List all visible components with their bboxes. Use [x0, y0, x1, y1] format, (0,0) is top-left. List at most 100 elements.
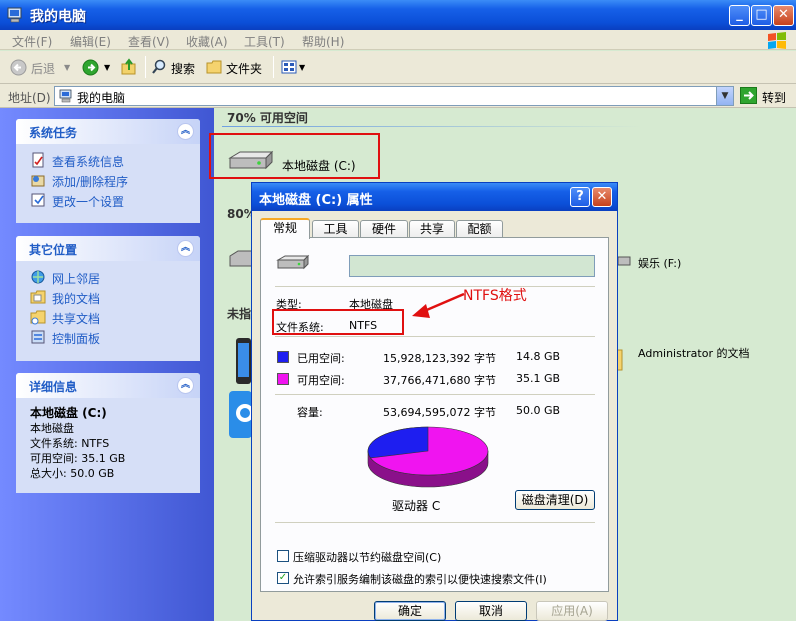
help-button[interactable]: ? — [570, 187, 590, 207]
back-icon[interactable] — [10, 59, 27, 76]
highlight-box-filesystem — [272, 309, 404, 335]
free-space-gb: 35.1 GB — [516, 372, 561, 385]
menu-tools[interactable]: 工具(T) — [244, 33, 285, 50]
details-free-space: 可用空间: 35.1 GB — [30, 452, 126, 465]
search-icon[interactable] — [151, 59, 167, 75]
back-button[interactable]: 后退 — [31, 60, 55, 77]
menu-edit[interactable]: 编辑(E) — [70, 33, 111, 50]
tab-quota[interactable]: 配额 — [456, 220, 503, 238]
dialog-close-button[interactable]: ✕ — [592, 187, 612, 207]
menu-favorites[interactable]: 收藏(A) — [186, 33, 228, 50]
task-change-setting[interactable]: 更改一个设置 — [26, 190, 200, 210]
details-title: 详细信息 — [29, 380, 78, 394]
free-space-swatch — [277, 373, 289, 385]
hard-drive-icon — [276, 254, 310, 270]
minimize-button[interactable]: _ — [729, 5, 750, 26]
views-icon[interactable] — [281, 59, 297, 75]
details-name: 本地磁盘 (C:) — [30, 406, 107, 420]
tab-tools[interactable]: 工具 — [312, 220, 359, 238]
maximize-button[interactable]: □ — [751, 5, 772, 26]
annotation-text: NTFS格式 — [463, 288, 527, 304]
group-header-70: 70% 可用空间 — [227, 111, 308, 125]
task-pane: 系统任务 ︽ 查看系统信息 添加/删除程序 更改一个设置 其它位置 ︽ 网上邻居… — [0, 108, 214, 621]
drive-c-label[interactable]: 本地磁盘 (C:) — [282, 157, 356, 174]
folders-icon[interactable] — [206, 59, 223, 75]
collapse-chevron-icon[interactable]: ︽ — [177, 123, 194, 140]
free-space-bytes: 37,766,471,680 字节 — [383, 374, 496, 387]
my-documents-icon — [30, 290, 46, 304]
system-info-icon — [32, 152, 44, 168]
apply-button[interactable]: 应用(A) — [536, 601, 608, 621]
dialog-title: 本地磁盘 (C:) 属性 — [259, 193, 373, 208]
volume-label-input[interactable] — [349, 255, 595, 277]
tab-hardware[interactable]: 硬件 — [360, 220, 408, 238]
shared-documents-icon — [30, 310, 46, 325]
disk-cleanup-button[interactable]: 磁盘清理(D) — [515, 490, 595, 510]
menu-file[interactable]: 文件(F) — [12, 33, 52, 50]
place-my-documents[interactable]: 我的文档 — [26, 287, 200, 307]
used-space-bytes: 15,928,123,392 字节 — [383, 352, 496, 365]
views-dropdown-icon[interactable]: ▼ — [299, 63, 305, 72]
drive-f-label[interactable]: 娱乐 (F:) — [638, 255, 681, 271]
system-tasks-header[interactable]: 系统任务 ︽ — [16, 119, 200, 144]
index-label[interactable]: 允许索引服务编制该磁盘的索引以便快速搜索文件(I) — [293, 571, 547, 587]
search-button[interactable]: 搜索 — [171, 60, 195, 77]
details-header[interactable]: 详细信息 ︽ — [16, 373, 200, 398]
task-view-system-info[interactable]: 查看系统信息 — [26, 150, 200, 170]
other-places-title: 其它位置 — [29, 243, 78, 257]
other-places-header[interactable]: 其它位置 ︽ — [16, 236, 200, 261]
details-panel: 详细信息 ︽ 本地磁盘 (C:) 本地磁盘 文件系统: NTFS 可用空间: 3… — [16, 373, 200, 493]
folders-button[interactable]: 文件夹 — [226, 60, 262, 77]
tab-sharing[interactable]: 共享 — [409, 220, 455, 238]
mobile-device-icon[interactable] — [235, 337, 252, 385]
task-add-remove-programs[interactable]: 添加/删除程序 — [26, 170, 200, 190]
used-space-swatch — [277, 351, 289, 363]
hard-drive-icon[interactable] — [618, 253, 632, 269]
address-bar: 地址(D) 我的电脑 ▼ 转到 — [0, 84, 796, 108]
dialog-title-bar[interactable]: 本地磁盘 (C:) 属性 ? ✕ — [252, 183, 617, 211]
cancel-button[interactable]: 取消 — [455, 601, 527, 621]
close-button[interactable]: ✕ — [773, 5, 794, 26]
hard-drive-icon[interactable] — [226, 248, 252, 272]
forward-dropdown-icon[interactable]: ▼ — [104, 63, 110, 72]
compress-checkbox[interactable] — [277, 550, 289, 562]
disk-usage-pie-chart — [367, 426, 489, 488]
collapse-chevron-icon[interactable]: ︽ — [177, 240, 194, 257]
toolbar: 后退 ▼ ▼ 搜索 文件夹 ▼ — [0, 51, 796, 84]
place-shared-documents[interactable]: 共享文档 — [26, 307, 200, 327]
control-settings-icon — [31, 193, 45, 207]
menu-help[interactable]: 帮助(H) — [302, 33, 344, 50]
hard-drive-icon[interactable] — [226, 148, 276, 174]
my-computer-icon — [59, 89, 72, 103]
menu-view[interactable]: 查看(V) — [128, 33, 170, 50]
title-bar[interactable]: 我的电脑 _ □ ✕ — [0, 0, 796, 30]
ok-button[interactable]: 确定 — [374, 601, 446, 621]
go-arrow-icon[interactable] — [740, 87, 757, 104]
properties-dialog: 本地磁盘 (C:) 属性 ? ✕ 常规 工具 硬件 共享 配额 类型: 本地磁盘… — [251, 182, 618, 621]
details-type: 本地磁盘 — [30, 422, 74, 435]
index-checkbox[interactable]: ✓ — [277, 572, 289, 584]
other-places-panel: 其它位置 ︽ 网上邻居 我的文档 共享文档 控制面板 — [16, 236, 200, 361]
tab-general[interactable]: 常规 — [260, 218, 310, 239]
free-space-label: 可用空间: — [297, 374, 345, 387]
back-dropdown-icon[interactable]: ▼ — [64, 63, 70, 72]
place-network[interactable]: 网上邻居 — [26, 267, 200, 287]
collapse-chevron-icon[interactable]: ︽ — [177, 377, 194, 394]
admin-docs-label[interactable]: Administrator 的文档 — [638, 348, 788, 360]
go-button[interactable]: 转到 — [762, 89, 786, 106]
system-tasks-panel: 系统任务 ︽ 查看系统信息 添加/删除程序 更改一个设置 — [16, 119, 200, 223]
compress-label[interactable]: 压缩驱动器以节约磁盘空间(C) — [293, 549, 441, 565]
group-header-other: 未指 — [227, 307, 252, 321]
menu-bar: 文件(F) 编辑(E) 查看(V) 收藏(A) 工具(T) 帮助(H) — [0, 30, 796, 50]
baidu-app-icon[interactable] — [229, 391, 252, 438]
details-filesystem: 文件系统: NTFS — [30, 437, 110, 450]
up-folder-icon[interactable] — [120, 58, 138, 76]
forward-icon[interactable] — [82, 59, 99, 76]
network-places-icon — [31, 270, 45, 284]
place-control-panel[interactable]: 控制面板 — [26, 327, 200, 347]
details-total-size: 总大小: 50.0 GB — [30, 467, 115, 480]
address-input[interactable]: 我的电脑 ▼ — [54, 86, 734, 106]
drive-letter-label: 驱动器 C — [392, 499, 441, 513]
capacity-label: 容量: — [297, 406, 323, 419]
address-dropdown-icon[interactable]: ▼ — [716, 87, 733, 105]
